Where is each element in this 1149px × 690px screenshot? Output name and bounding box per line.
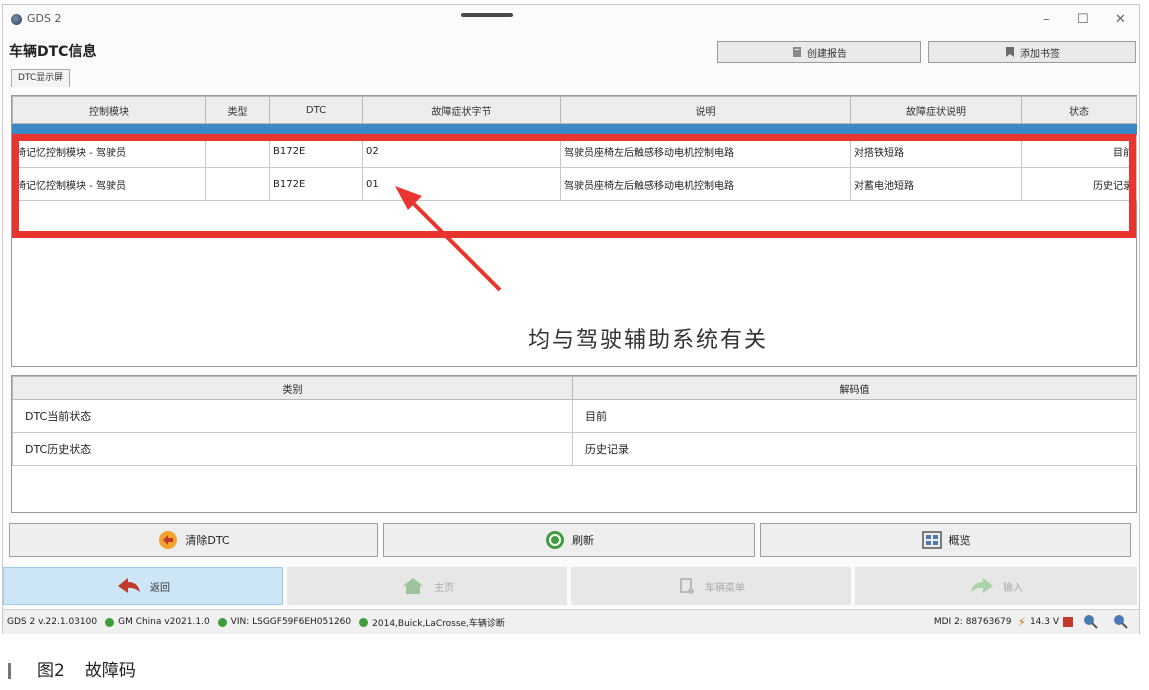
- caption-bar: [8, 663, 11, 679]
- annotation-text: 均与驾驶辅助系统有关: [528, 328, 769, 353]
- figure-caption: 图2 故障码: [8, 656, 136, 681]
- figure-number: 图2: [37, 661, 65, 681]
- figure-title: 故障码: [84, 661, 136, 681]
